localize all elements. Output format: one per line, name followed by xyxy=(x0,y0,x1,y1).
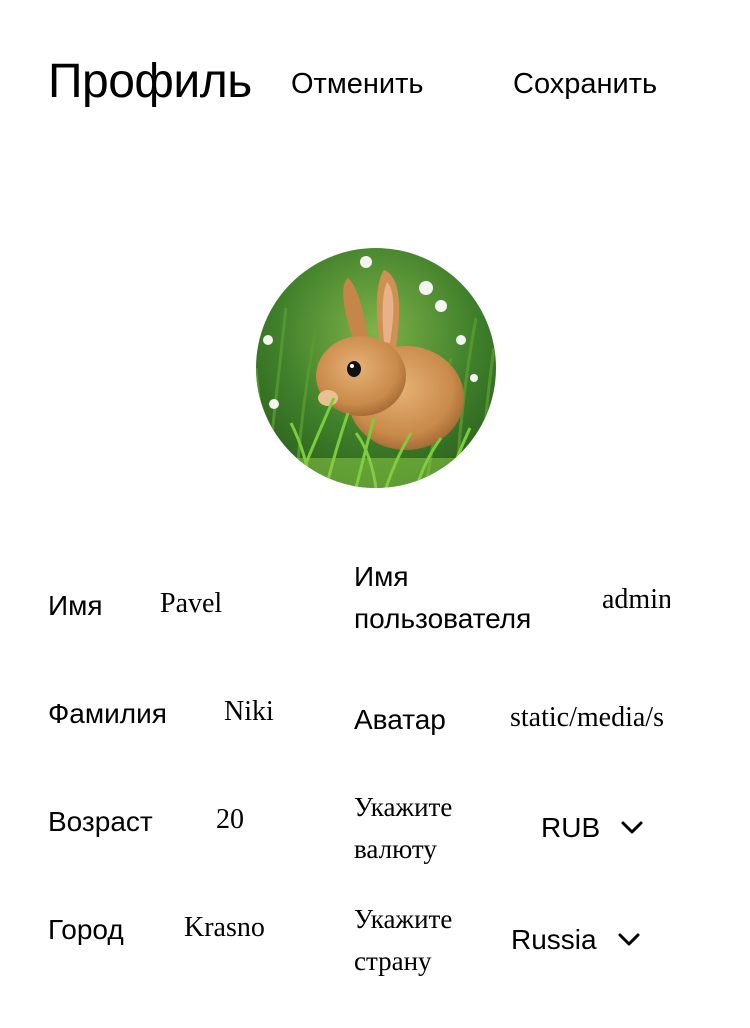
username-label: Имя пользователя xyxy=(354,556,594,640)
currency-label-line2: валюту xyxy=(354,834,437,864)
first-name-label: Имя xyxy=(48,590,103,621)
currency-label: Укажите валюту xyxy=(354,786,504,870)
chevron-down-icon xyxy=(621,821,643,834)
page-title: Профиль xyxy=(48,55,252,108)
rabbit-photo-icon xyxy=(256,248,496,488)
country-select[interactable]: Russia xyxy=(511,920,641,960)
currency-select[interactable]: RUB xyxy=(541,808,644,848)
cancel-button[interactable]: Отменить xyxy=(291,64,424,104)
avatar-path-input[interactable] xyxy=(510,700,672,736)
age-label: Возраст xyxy=(48,806,153,837)
username-label-line2: пользователя xyxy=(354,603,532,634)
last-name-input[interactable] xyxy=(224,694,276,730)
username-label-line1: Имя xyxy=(354,561,409,592)
country-select-value: Russia xyxy=(511,924,597,955)
username-input[interactable] xyxy=(602,582,670,618)
save-button[interactable]: Сохранить xyxy=(513,64,657,104)
last-name-label: Фамилия xyxy=(48,698,167,729)
country-label: Укажите страну xyxy=(354,898,504,982)
currency-select-value: RUB xyxy=(541,812,601,843)
country-label-line2: страну xyxy=(354,946,432,976)
avatar-path-label: Аватар xyxy=(354,704,446,735)
avatar[interactable] xyxy=(256,248,496,488)
currency-label-line1: Укажите xyxy=(354,792,453,822)
age-input[interactable] xyxy=(216,802,276,838)
city-label: Город xyxy=(48,914,124,945)
chevron-down-icon xyxy=(618,933,640,946)
city-input[interactable] xyxy=(184,910,276,946)
country-label-line1: Укажите xyxy=(354,904,453,934)
first-name-input[interactable] xyxy=(160,586,270,622)
